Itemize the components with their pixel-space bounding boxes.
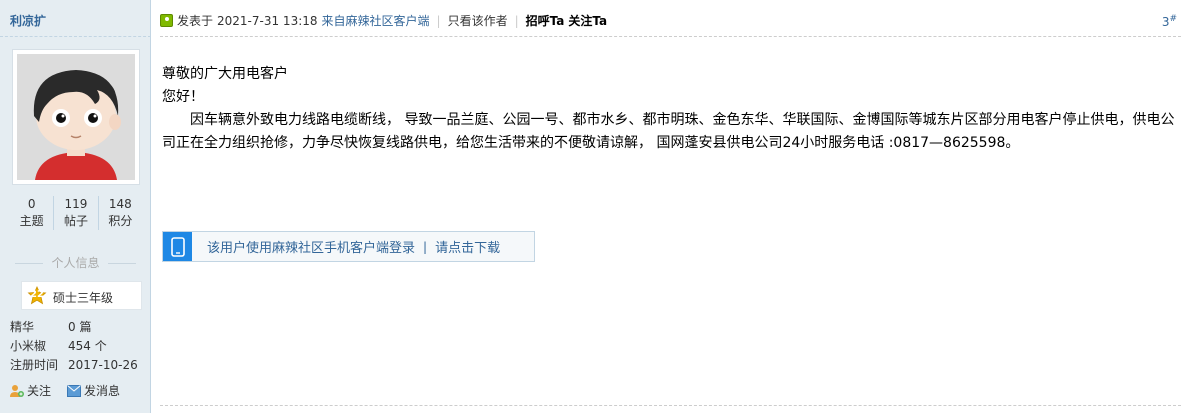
app-banner-text: 该用户使用麻辣社区手机客户端登录	[207, 241, 416, 256]
stat-value: 148	[108, 197, 132, 211]
posted-prefix: 发表于	[177, 14, 214, 28]
floor-mark: #	[1169, 14, 1177, 24]
personal-info-heading-text: 个人信息	[51, 256, 100, 270]
app-banner-separator: |	[423, 239, 428, 254]
mobile-app-banner[interactable]: 该用户使用麻辣社区手机客户端登录 | 请点击下载	[162, 231, 535, 262]
author-name-link[interactable]: 利凉扩	[10, 12, 46, 29]
message-label: 发消息	[84, 384, 121, 398]
meta-pepper: 小米椒 454 个	[10, 337, 107, 354]
follow-icon	[10, 384, 24, 397]
online-status-icon	[160, 14, 173, 27]
phone-icon	[163, 232, 192, 261]
post-footer-divider	[160, 405, 1181, 406]
stat-threads[interactable]: 0 主题	[10, 196, 55, 230]
phone-glyph	[170, 236, 185, 257]
post-greeting: 尊敬的广大用电客户	[162, 66, 288, 82]
stat-label: 积分	[108, 214, 133, 228]
sidebar-divider	[0, 36, 151, 37]
level-badge-number: 22	[30, 289, 44, 300]
header-divider: |	[514, 13, 519, 28]
meta-digest: 精华 0 篇	[10, 318, 91, 335]
stat-value: 119	[64, 197, 88, 211]
stat-value: 0	[27, 197, 36, 211]
post-header: 发表于 2021-7-31 13:18 来自麻辣社区客户端 | 只看该作者 | …	[160, 12, 607, 29]
author-sidebar: 利凉扩 0 主题 119 帖子 148 积分 个人信息 22 硕士三年级 精华 …	[0, 0, 151, 413]
meta-value: 0 篇	[68, 320, 92, 334]
user-level: 22 硕士三年级	[21, 281, 142, 310]
stat-posts[interactable]: 119 帖子	[54, 196, 99, 230]
only-author-link[interactable]: 只看该作者	[448, 12, 508, 29]
author-stats: 0 主题 119 帖子 148 积分	[10, 196, 142, 230]
download-link[interactable]: 请点击下载	[435, 237, 500, 256]
stat-points[interactable]: 148 积分	[99, 196, 142, 230]
author-actions: 关注 发消息	[10, 382, 120, 399]
post-main: 发表于 2021-7-31 13:18 来自麻辣社区客户端 | 只看该作者 | …	[152, 0, 1189, 413]
header-divider: |	[436, 13, 441, 28]
level-name: 硕士三年级	[53, 291, 114, 305]
post-content: 尊敬的广大用电客户 您好！ 因车辆意外致电力线路电缆断线， 导致一品兰庭、公园一…	[162, 63, 1179, 155]
personal-info-heading: 个人信息	[0, 254, 151, 271]
posted-time: 2021-7-31 13:18	[217, 13, 318, 28]
meta-key: 精华	[10, 320, 35, 334]
follow-label: 关注	[27, 384, 52, 398]
greet-link[interactable]: 招呼Ta	[526, 12, 565, 29]
follow-button[interactable]: 关注	[10, 382, 51, 399]
avatar-illustration	[17, 54, 135, 180]
header-divider-line	[160, 36, 1181, 37]
follow-ta-link[interactable]: 关注Ta	[568, 12, 607, 29]
meta-value: 454 个	[68, 339, 107, 353]
meta-value: 2017-10-26	[68, 358, 138, 372]
envelope-icon	[67, 384, 82, 397]
message-button[interactable]: 发消息	[67, 382, 120, 399]
avatar-frame	[12, 49, 140, 185]
post-hello: 您好！	[162, 89, 204, 105]
floor-number[interactable]: 3#	[1162, 14, 1177, 29]
avatar[interactable]	[17, 54, 135, 180]
meta-key: 注册时间	[10, 358, 59, 372]
meta-register-date: 注册时间 2017-10-26	[10, 356, 138, 373]
client-source-link[interactable]: 来自麻辣社区客户端	[322, 12, 430, 29]
stat-label: 帖子	[63, 214, 88, 228]
meta-key: 小米椒	[10, 339, 47, 353]
post-paragraph: 因车辆意外致电力线路电缆断线， 导致一品兰庭、公园一号、都市水乡、都市明珠、金色…	[162, 112, 1175, 151]
stat-label: 主题	[19, 214, 44, 228]
